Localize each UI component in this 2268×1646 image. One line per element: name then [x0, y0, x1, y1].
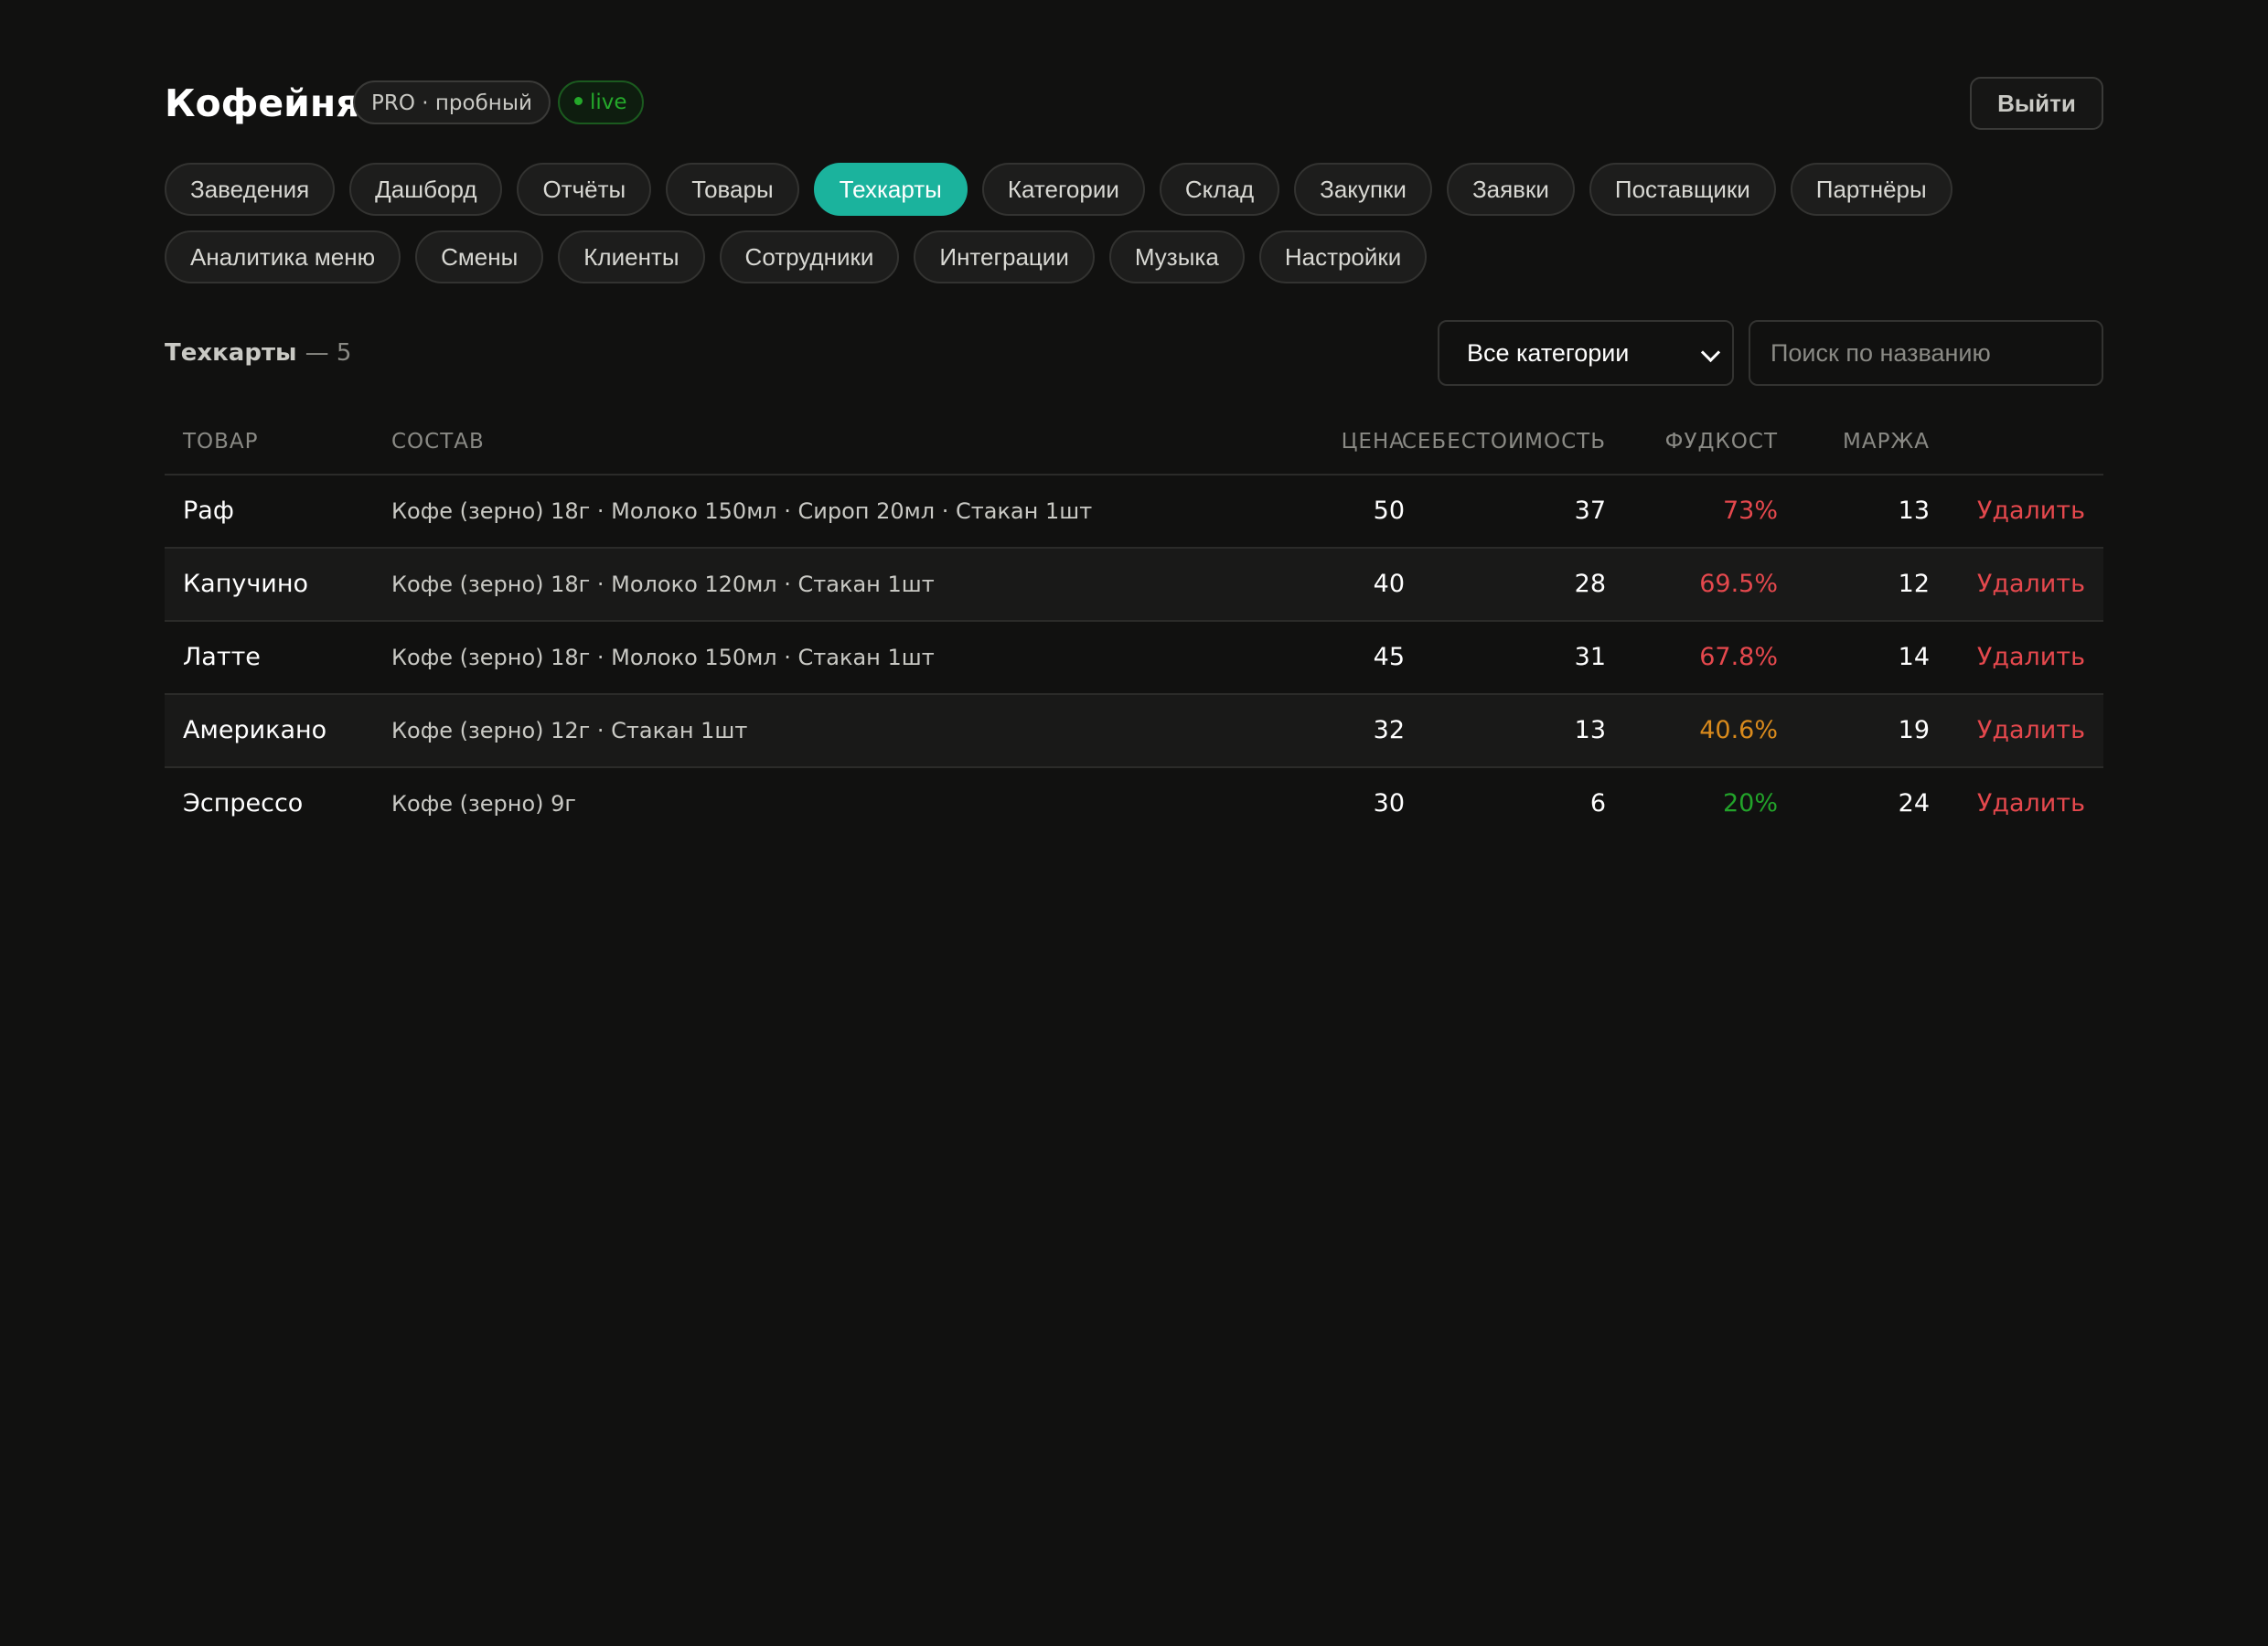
nav-pill[interactable]: Заявки	[1446, 163, 1575, 216]
cell-price: 30	[1373, 789, 1405, 818]
header-margin[interactable]: МАРЖА	[1843, 415, 1930, 468]
section-title-text: Техкарты	[165, 339, 297, 367]
cell-name: Раф	[183, 497, 234, 525]
cell-cost: 37	[1574, 497, 1606, 525]
nav-pill[interactable]: Категории	[981, 163, 1145, 216]
live-dot-icon	[574, 97, 583, 105]
delete-button[interactable]: Удалить	[1977, 622, 2085, 693]
delete-button[interactable]: Удалить	[1977, 695, 2085, 766]
cell-price: 45	[1373, 643, 1405, 671]
nav-pill[interactable]: Клиенты	[558, 230, 705, 283]
cell-name: Капучино	[183, 570, 309, 598]
cell-margin: 14	[1898, 643, 1930, 671]
nav-pill[interactable]: Настройки	[1258, 230, 1428, 283]
nav-pill[interactable]: Музыка	[1108, 230, 1245, 283]
delete-button[interactable]: Удалить	[1977, 549, 2085, 620]
header-cost[interactable]: СЕБЕСТОИМОСТЬ	[1402, 415, 1606, 468]
delete-button[interactable]: Удалить	[1977, 476, 2085, 547]
header-name[interactable]: ТОВАР	[183, 415, 259, 468]
cell-foodcost: 67.8%	[1699, 643, 1778, 671]
header: Кофейня PRO · пробный live Выйти	[165, 77, 2103, 130]
cell-foodcost: 69.5%	[1699, 570, 1778, 598]
cell-margin: 13	[1898, 497, 1930, 525]
live-badge-label: live	[590, 91, 627, 114]
table-header: ТОВАР СОСТАВ ЦЕНА СЕБЕСТОИМОСТЬ ФУДКОСТ …	[165, 415, 2103, 476]
nav-pill[interactable]: Товары	[666, 163, 799, 216]
cell-composition: Кофе (зерно) 18г · Молоко 150мл · Сироп …	[391, 498, 1093, 524]
cell-name: Эспрессо	[183, 789, 304, 818]
delete-button[interactable]: Удалить	[1977, 768, 2085, 839]
nav-pill[interactable]: Партнёры	[1790, 163, 1952, 216]
header-composition: СОСТАВ	[391, 430, 485, 454]
nav-pill[interactable]: Смены	[415, 230, 544, 283]
nav-row-2: Аналитика меню Смены Клиенты Сотрудники Инте…	[165, 230, 2103, 283]
header-price[interactable]: ЦЕНА	[1342, 415, 1405, 468]
search-input[interactable]	[1749, 320, 2103, 386]
logout-button[interactable]: Выйти	[1970, 77, 2103, 130]
nav-pill[interactable]: Поставщики	[1589, 163, 1776, 216]
header-foodcost[interactable]: ФУДКОСТ	[1665, 415, 1778, 468]
section-title: Техкарты — 5	[165, 320, 351, 386]
category-select-value: Все категории	[1467, 339, 1630, 367]
cell-price: 32	[1373, 716, 1405, 744]
nav-pill[interactable]: Отчёты	[517, 163, 652, 216]
cell-margin: 19	[1898, 716, 1930, 744]
cell-foodcost: 73%	[1722, 497, 1778, 525]
cell-foodcost: 40.6%	[1699, 716, 1778, 744]
plan-badge: PRO · пробный	[353, 80, 551, 124]
cell-composition: Кофе (зерно) 9г	[391, 791, 577, 817]
nav-pill[interactable]: Дашборд	[349, 163, 503, 216]
cell-cost: 28	[1574, 570, 1606, 598]
nav-pill[interactable]: Техкарты	[813, 163, 968, 216]
main-nav: Заведения Дашборд Отчёты Товары Техкарты Кате…	[165, 163, 2103, 298]
cell-composition: Кофе (зерно) 12г · Стакан 1шт	[391, 718, 748, 743]
cell-composition: Кофе (зерно) 18г · Молоко 150мл · Стакан…	[391, 645, 935, 670]
nav-pill[interactable]: Заведения	[165, 163, 336, 216]
cell-price: 40	[1373, 570, 1405, 598]
cell-foodcost: 20%	[1722, 789, 1778, 818]
table-body: Раф Кофе (зерно) 18г · Молоко 150мл · Сир…	[165, 476, 2103, 839]
cell-cost: 6	[1589, 789, 1606, 818]
nav-row-1: Заведения Дашборд Отчёты Товары Техкарты Кате…	[165, 163, 2103, 216]
cell-composition: Кофе (зерно) 18г · Молоко 120мл · Стакан…	[391, 572, 935, 597]
cell-margin: 24	[1898, 789, 1930, 818]
section-count: — 5	[305, 339, 352, 367]
cell-name: Латте	[183, 643, 261, 671]
live-badge: live	[558, 80, 644, 124]
nav-pill[interactable]: Интеграции	[914, 230, 1095, 283]
brand-title: Кофейня	[165, 81, 360, 125]
nav-pill[interactable]: Закупки	[1294, 163, 1432, 216]
nav-pill[interactable]: Сотрудники	[719, 230, 900, 283]
cell-price: 50	[1373, 497, 1405, 525]
chevron-down-icon	[1700, 342, 1721, 363]
table-row[interactable]: Американо Кофе (зерно) 12г · Стакан 1шт 32…	[165, 695, 2103, 768]
category-select[interactable]: Все категории	[1438, 320, 1734, 386]
table-row[interactable]: Раф Кофе (зерно) 18г · Молоко 150мл · Сир…	[165, 476, 2103, 549]
nav-pill[interactable]: Аналитика меню	[165, 230, 401, 283]
table-row[interactable]: Эспрессо Кофе (зерно) 9г 30 6 20% 24 Удалить	[165, 768, 2103, 839]
cell-name: Американо	[183, 716, 327, 744]
techcards-table: ТОВАР СОСТАВ ЦЕНА СЕБЕСТОИМОСТЬ ФУДКОСТ …	[165, 415, 2103, 839]
nav-pill[interactable]: Склад	[1159, 163, 1280, 216]
cell-margin: 12	[1898, 570, 1930, 598]
table-row[interactable]: Капучино Кофе (зерно) 18г · Молоко 120мл …	[165, 549, 2103, 622]
cell-cost: 13	[1574, 716, 1606, 744]
toolbar: Техкарты — 5 Все категории	[165, 320, 2103, 386]
cell-cost: 31	[1574, 643, 1606, 671]
table-row[interactable]: Латте Кофе (зерно) 18г · Молоко 150мл · С…	[165, 622, 2103, 695]
